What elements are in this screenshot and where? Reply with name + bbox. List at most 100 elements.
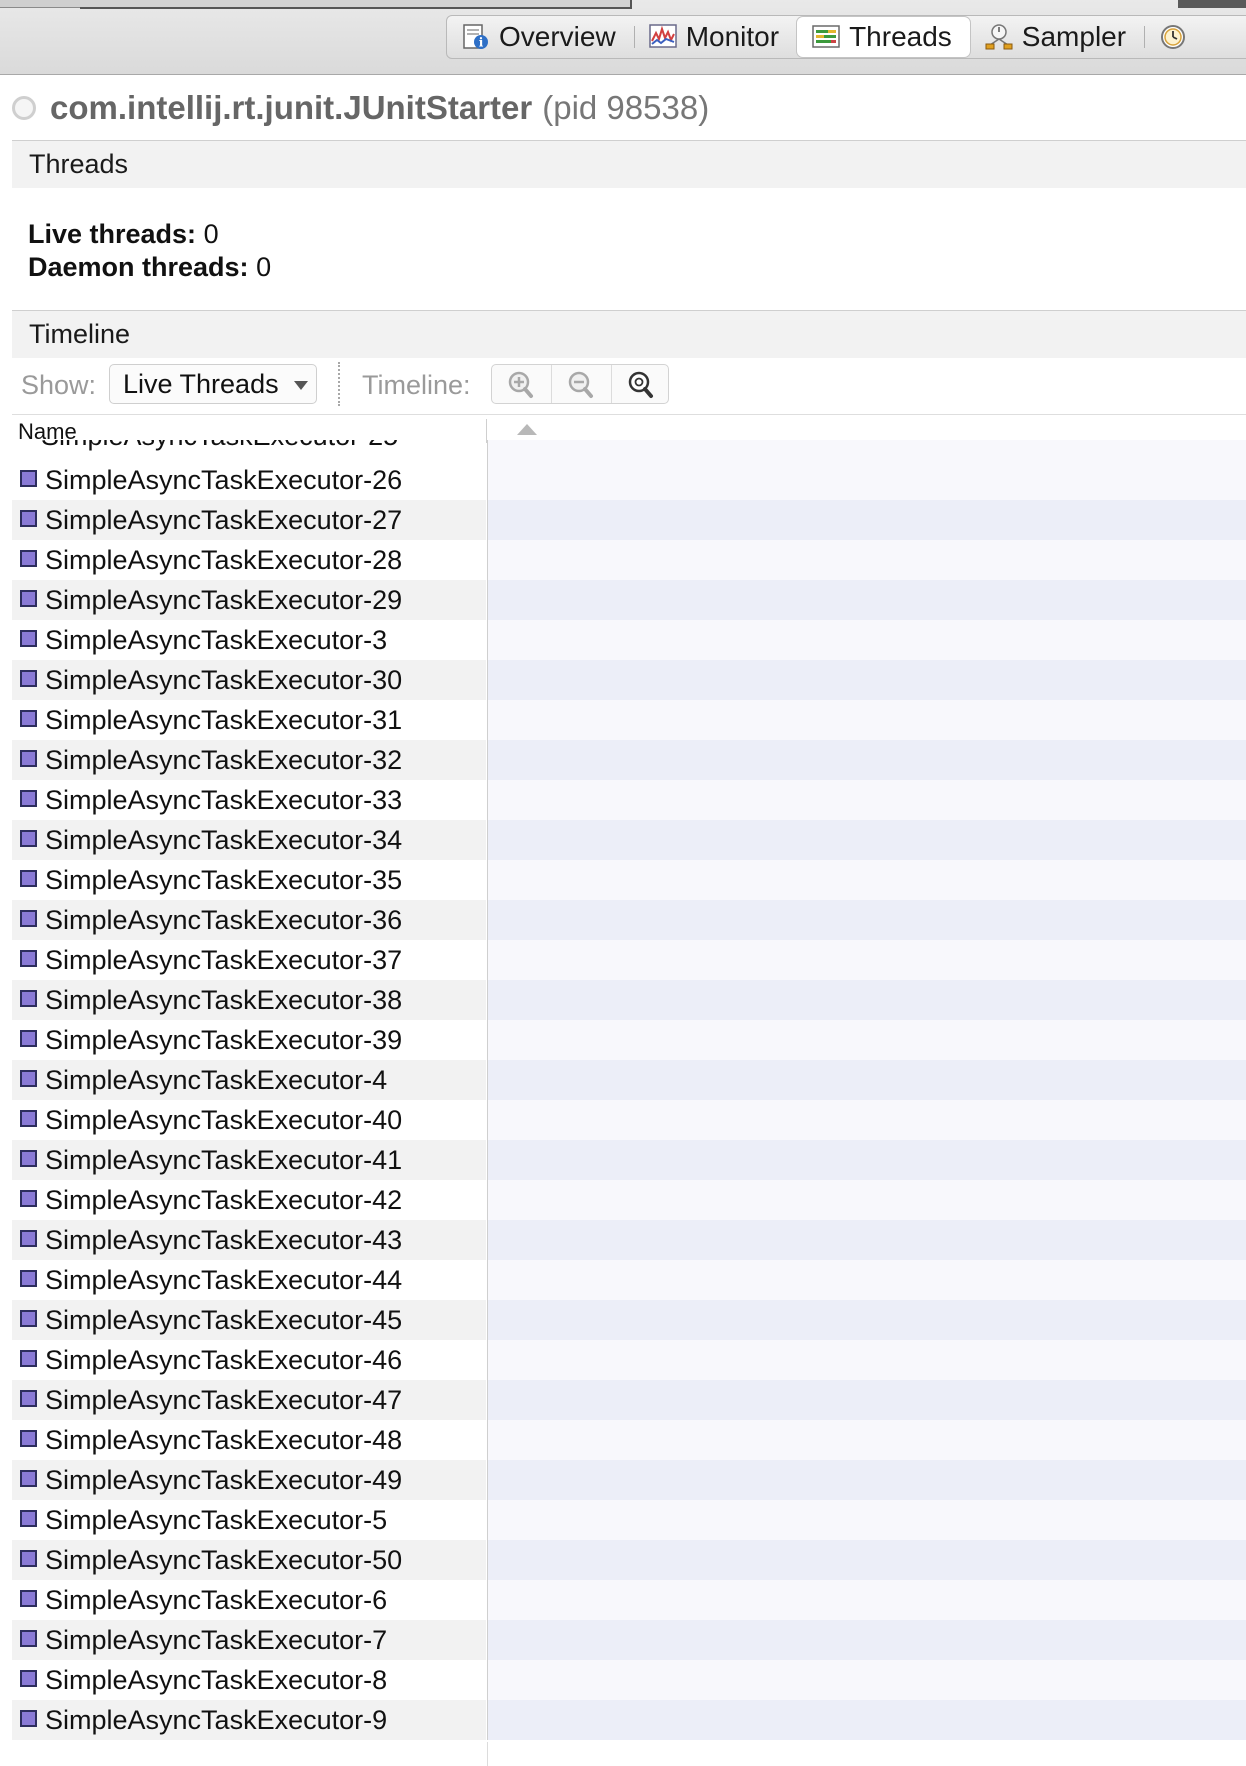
zoom-in-button[interactable] — [492, 365, 552, 403]
thread-timeline-cell — [487, 1460, 1246, 1500]
table-row[interactable]: SimpleAsyncTaskExecutor-34 — [12, 820, 1246, 860]
table-row[interactable]: SimpleAsyncTaskExecutor-7 — [12, 1620, 1246, 1660]
daemon-threads-label: Daemon threads: — [28, 252, 249, 282]
thread-name-cell: SimpleAsyncTaskExecutor-34 — [12, 820, 486, 860]
table-row[interactable]: SimpleAsyncTaskExecutor-27 — [12, 500, 1246, 540]
thread-name: SimpleAsyncTaskExecutor-43 — [45, 1225, 403, 1255]
table-row[interactable]: SimpleAsyncTaskExecutor-4 — [12, 1060, 1246, 1100]
table-row[interactable]: SimpleAsyncTaskExecutor-50 — [12, 1540, 1246, 1580]
thread-name: SimpleAsyncTaskExecutor-48 — [45, 1425, 403, 1455]
thread-name: SimpleAsyncTaskExecutor-25 — [12, 440, 398, 451]
thread-state-icon — [20, 1270, 37, 1288]
thread-name-cell: SimpleAsyncTaskExecutor-26 — [12, 460, 486, 500]
zoom-out-icon — [568, 371, 593, 398]
thread-name-cell: SimpleAsyncTaskExecutor-3 — [12, 620, 486, 660]
thread-name-cell: SimpleAsyncTaskExecutor-49 — [12, 1460, 486, 1500]
table-row[interactable]: SimpleAsyncTaskExecutor-9 — [12, 1700, 1246, 1740]
table-row[interactable]: SimpleAsyncTaskExecutor-41 — [12, 1140, 1246, 1180]
thread-name-cell: SimpleAsyncTaskExecutor-47 — [12, 1380, 486, 1420]
view-tab-strip: i Overview Monitor Threads Sampler — [0, 0, 1246, 75]
table-row[interactable]: SimpleAsyncTaskExecutor-37 — [12, 940, 1246, 980]
thread-state-icon — [20, 1550, 37, 1568]
table-row[interactable]: SimpleAsyncTaskExecutor-38 — [12, 980, 1246, 1020]
document-tab-end[interactable] — [1178, 0, 1246, 8]
thread-timeline-cell — [487, 1700, 1246, 1740]
table-row[interactable]: SimpleAsyncTaskExecutor-45 — [12, 1300, 1246, 1340]
thread-name-cell: SimpleAsyncTaskExecutor-45 — [12, 1300, 486, 1340]
thread-timeline-cell — [487, 1620, 1246, 1660]
table-row[interactable]: SimpleAsyncTaskExecutor-3 — [12, 620, 1246, 660]
zoom-fit-button[interactable] — [612, 365, 671, 403]
tab-overview[interactable]: i Overview — [447, 17, 634, 57]
show-threads-dropdown[interactable]: Live Threads — [109, 364, 317, 404]
thread-state-icon — [20, 590, 37, 608]
thread-timeline-cell — [487, 460, 1246, 500]
document-tab-start[interactable] — [0, 0, 81, 8]
tab-threads[interactable]: Threads — [797, 17, 970, 57]
table-row[interactable]: SimpleAsyncTaskExecutor-6 — [12, 1580, 1246, 1620]
zoom-button-group — [491, 364, 669, 404]
thread-timeline-cell — [487, 660, 1246, 700]
monitor-icon — [648, 23, 678, 51]
table-row[interactable]: SimpleAsyncTaskExecutor-31 — [12, 700, 1246, 740]
thread-name: SimpleAsyncTaskExecutor-46 — [45, 1345, 403, 1375]
document-tab-application[interactable] — [80, 0, 632, 9]
thread-name: SimpleAsyncTaskExecutor-34 — [45, 825, 403, 855]
table-row[interactable]: SimpleAsyncTaskExecutor-26 — [12, 460, 1246, 500]
thread-name-cell: SimpleAsyncTaskExecutor-39 — [12, 1020, 486, 1060]
thread-name: SimpleAsyncTaskExecutor-49 — [45, 1465, 403, 1495]
timeline-label: Timeline: — [362, 370, 471, 400]
table-row[interactable]: SimpleAsyncTaskExecutor-49 — [12, 1460, 1246, 1500]
thread-name-cell: SimpleAsyncTaskExecutor-40 — [12, 1100, 486, 1140]
table-row[interactable]: SimpleAsyncTaskExecutor-44 — [12, 1260, 1246, 1300]
thread-name-cell: SimpleAsyncTaskExecutor-38 — [12, 980, 486, 1020]
table-row[interactable]: SimpleAsyncTaskExecutor-5 — [12, 1500, 1246, 1540]
thread-timeline-cell — [487, 1540, 1246, 1580]
timeline-section-header[interactable]: Timeline — [12, 310, 1246, 358]
table-row[interactable]: SimpleAsyncTaskExecutor-36 — [12, 900, 1246, 940]
table-row[interactable]: SimpleAsyncTaskExecutor-32 — [12, 740, 1246, 780]
thread-timeline-cell — [487, 1100, 1246, 1140]
thread-timeline-cell — [487, 1340, 1246, 1380]
process-title: com.intellij.rt.junit.JUnitStarter (pid … — [12, 88, 709, 128]
thread-state-icon — [20, 710, 37, 728]
tab-sampler[interactable]: Sampler — [970, 17, 1144, 57]
tab-monitor[interactable]: Monitor — [633, 17, 797, 57]
table-row[interactable]: SimpleAsyncTaskExecutor-30 — [12, 660, 1246, 700]
thread-name: SimpleAsyncTaskExecutor-8 — [45, 1665, 388, 1695]
table-row[interactable]: SimpleAsyncTaskExecutor-33 — [12, 780, 1246, 820]
table-row[interactable]: SimpleAsyncTaskExecutor-25 — [12, 440, 1246, 460]
thread-state-icon — [20, 1470, 37, 1488]
process-name: com.intellij.rt.junit.JUnitStarter — [50, 89, 533, 126]
table-row[interactable]: SimpleAsyncTaskExecutor-8 — [12, 1660, 1246, 1700]
table-row[interactable]: SimpleAsyncTaskExecutor-42 — [12, 1180, 1246, 1220]
table-row[interactable]: SimpleAsyncTaskExecutor-29 — [12, 580, 1246, 620]
thread-state-icon — [20, 630, 37, 648]
daemon-threads-stat: Daemon threads: 0 — [28, 251, 271, 284]
sort-ascending-icon[interactable] — [517, 424, 537, 435]
thread-name: SimpleAsyncTaskExecutor-44 — [45, 1265, 403, 1295]
thread-name-cell: SimpleAsyncTaskExecutor-25 — [12, 440, 486, 460]
thread-name-cell: SimpleAsyncTaskExecutor-50 — [12, 1540, 486, 1580]
table-row[interactable]: SimpleAsyncTaskExecutor-28 — [12, 540, 1246, 580]
table-row[interactable]: SimpleAsyncTaskExecutor-46 — [12, 1340, 1246, 1380]
thread-timeline-cell — [487, 780, 1246, 820]
thread-name: SimpleAsyncTaskExecutor-37 — [45, 945, 403, 975]
thread-name-cell: SimpleAsyncTaskExecutor-37 — [12, 940, 486, 980]
table-row[interactable]: SimpleAsyncTaskExecutor-39 — [12, 1020, 1246, 1060]
zoom-out-button[interactable] — [552, 365, 612, 403]
thread-timeline-cell — [487, 500, 1246, 540]
table-row[interactable]: SimpleAsyncTaskExecutor-47 — [12, 1380, 1246, 1420]
thread-name-cell: SimpleAsyncTaskExecutor-41 — [12, 1140, 486, 1180]
thread-name-cell: SimpleAsyncTaskExecutor-48 — [12, 1420, 486, 1460]
table-row[interactable]: SimpleAsyncTaskExecutor-35 — [12, 860, 1246, 900]
thread-state-icon — [20, 1110, 37, 1128]
table-row[interactable]: SimpleAsyncTaskExecutor-48 — [12, 1420, 1246, 1460]
table-row[interactable]: SimpleAsyncTaskExecutor-43 — [12, 1220, 1246, 1260]
tab-profiler[interactable] — [1144, 17, 1214, 57]
threads-section-header[interactable]: Threads — [12, 140, 1246, 188]
live-threads-label: Live threads: — [28, 219, 197, 249]
thread-name: SimpleAsyncTaskExecutor-28 — [45, 545, 403, 575]
table-row[interactable]: SimpleAsyncTaskExecutor-40 — [12, 1100, 1246, 1140]
thread-name: SimpleAsyncTaskExecutor-41 — [45, 1145, 403, 1175]
